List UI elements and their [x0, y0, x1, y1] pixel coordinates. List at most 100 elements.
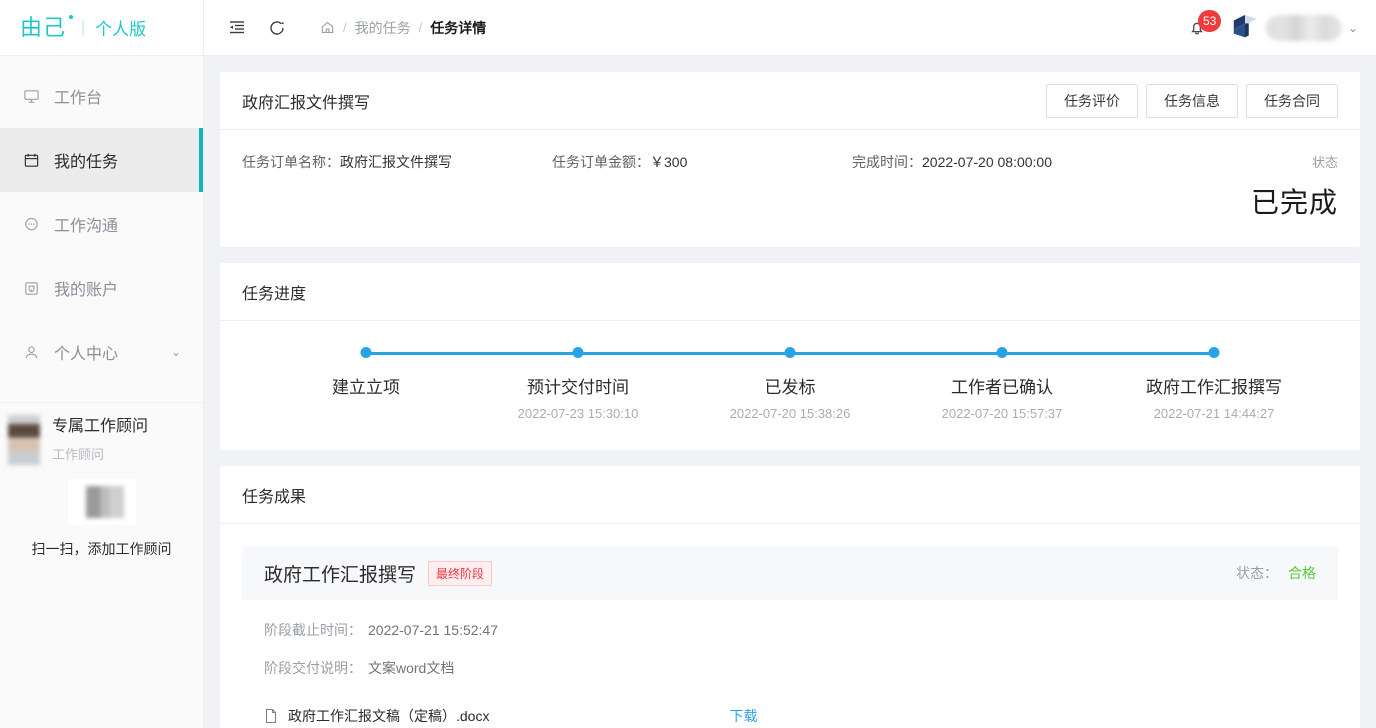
sidebar: 工作台 我的任务 工作沟通 我的账户 个人中心 ⌄ 专属工作顾问 工作顾问 扫一… [0, 56, 204, 728]
notification-button[interactable]: 53 [1188, 9, 1222, 41]
progress-step: 政府工作汇报撰写 2022-07-21 14:44:27 [1108, 347, 1320, 422]
task-order-name: 任务订单名称：政府汇报文件撰写 [242, 152, 552, 172]
sidebar-item-label: 我的任务 [54, 154, 119, 171]
breadcrumb-item-my-tasks[interactable]: 我的任务 [355, 18, 411, 38]
sidebar-item-label: 工作台 [54, 90, 103, 107]
step-bar [684, 347, 1002, 359]
wallet-icon [22, 279, 40, 297]
avatar [8, 415, 40, 465]
final-stage-tag: 最终阶段 [428, 560, 493, 586]
step-bar [260, 347, 578, 359]
user-name-redacted [1265, 14, 1342, 41]
qr-code-tip: 扫一扫，添加工作顾问 [31, 541, 172, 557]
task-status: 状态 已完成 [1228, 152, 1338, 221]
step-dot [996, 347, 1008, 358]
result-item-header: 政府工作汇报撰写 最终阶段 状态： 合格 [242, 546, 1338, 600]
task-progress-card: 任务进度 建立立项 预计交付时间 2022-07-23 15:30:10 已发标… [220, 263, 1360, 450]
brand-logo-text: 由己 [20, 14, 67, 40]
task-complete-time-label: 完成时间： [852, 154, 922, 170]
calendar-icon [22, 151, 40, 169]
sidebar-item-label: 工作沟通 [54, 218, 119, 235]
sidebar-item-communication[interactable]: 工作沟通 [0, 192, 203, 256]
task-info-row: 任务订单名称：政府汇报文件撰写 任务订单金额：￥300 完成时间：2022-07… [220, 130, 1360, 247]
sidebar-item-workbench[interactable]: 工作台 [0, 64, 203, 128]
result-deadline-value: 2022-07-21 15:52:47 [368, 622, 498, 638]
step-dot [784, 347, 796, 358]
task-summary-header: 政府汇报文件撰写 任务评价 任务信息 任务合同 [220, 72, 1360, 130]
step-dot [1208, 347, 1220, 358]
task-status-label: 状态 [1311, 155, 1338, 170]
brand-logo: 由己 [20, 14, 74, 40]
step-time: 2022-07-21 14:44:27 [1153, 406, 1275, 421]
body: 工作台 我的任务 工作沟通 我的账户 个人中心 ⌄ 专属工作顾问 工作顾问 扫一… [0, 56, 1376, 728]
task-evaluation-button[interactable]: 任务评价 [1046, 83, 1138, 118]
step-label: 预计交付时间 [527, 378, 629, 397]
step-bar [472, 347, 790, 359]
brand-edition: 个人版 [95, 20, 147, 39]
progress-step: 预计交付时间 2022-07-23 15:30:10 [472, 347, 790, 422]
result-item: 政府工作汇报撰写 最终阶段 状态： 合格 阶段截止时间： 2022-07-21 15… [242, 546, 1338, 728]
sidebar-item-my-tasks[interactable]: 我的任务 [0, 128, 203, 192]
breadcrumb: / 我的任务 / 任务详情 [320, 18, 486, 38]
task-results-header: 任务成果 [220, 466, 1360, 524]
download-link[interactable]: 下载 [729, 706, 757, 726]
progress-step: 建立立项 [260, 347, 578, 422]
step-time: 2022-07-23 15:30:10 [517, 406, 639, 421]
sidebar-nav: 工作台 我的任务 工作沟通 我的账户 个人中心 ⌄ [0, 56, 203, 384]
qr-code-image [67, 479, 136, 525]
result-deadline: 阶段截止时间： 2022-07-21 15:52:47 [264, 620, 1316, 640]
step-dot [360, 347, 372, 358]
task-order-amount-value: ￥300 [650, 154, 688, 170]
chevron-down-icon[interactable]: ⌄ [171, 345, 181, 359]
step-time: 2022-07-20 15:57:37 [941, 406, 1063, 421]
task-action-buttons: 任务评价 任务信息 任务合同 [1046, 83, 1338, 118]
task-order-name-value: 政府汇报文件撰写 [340, 154, 452, 170]
step-time [260, 406, 472, 422]
progress-steps: 建立立项 预计交付时间 2022-07-23 15:30:10 已发标 2022… [220, 321, 1360, 450]
task-order-amount-label: 任务订单金额： [552, 154, 650, 170]
task-info-button[interactable]: 任务信息 [1146, 83, 1238, 118]
result-status-value: 合格 [1288, 565, 1316, 581]
adviser-role: 工作顾问 [52, 447, 105, 463]
sidebar-item-personal-center[interactable]: 个人中心 ⌄ [0, 320, 203, 384]
task-results-title: 任务成果 [242, 488, 307, 506]
home-icon[interactable] [320, 20, 335, 35]
org-logo-icon [1233, 14, 1257, 37]
adviser-card: 专属工作顾问 工作顾问 扫一扫，添加工作顾问 [0, 402, 203, 728]
chevron-down-icon[interactable]: ⌄ [1348, 21, 1358, 35]
status-badge: 已完成 [1250, 187, 1338, 218]
brand-area[interactable]: 由己 | 个人版 [0, 0, 204, 55]
menu-fold-icon[interactable] [226, 17, 248, 39]
result-delivery-label: 阶段交付说明： [264, 660, 362, 676]
app-root: 由己 | 个人版 / 我的任务 / 任务详情 53 ⌄ 工作台 我的任务 工作沟… [0, 0, 1376, 728]
progress-step: 工作者已确认 2022-07-20 15:57:37 [896, 347, 1214, 422]
sidebar-item-label: 个人中心 [54, 346, 119, 363]
task-progress-title: 任务进度 [242, 285, 307, 303]
step-label: 建立立项 [332, 378, 400, 397]
result-status-label: 状态： [1236, 565, 1278, 581]
task-results-card: 任务成果 政府工作汇报撰写 最终阶段 状态： 合格 阶段截止时间： 2022-0… [220, 466, 1360, 728]
desktop-icon [22, 87, 40, 105]
task-contract-button[interactable]: 任务合同 [1246, 83, 1338, 118]
adviser-name: 专属工作顾问 [52, 417, 149, 435]
result-file-row: 政府工作汇报文稿（定稿）.docx 下载 [242, 696, 1338, 728]
refresh-icon[interactable] [266, 17, 288, 39]
result-meta: 阶段截止时间： 2022-07-21 15:52:47 阶段交付说明： 文案word… [242, 600, 1338, 678]
task-summary-card: 政府汇报文件撰写 任务评价 任务信息 任务合同 任务订单名称：政府汇报文件撰写 … [220, 72, 1360, 247]
step-label: 已发标 [764, 378, 816, 397]
step-time: 2022-07-20 15:38:26 [729, 406, 851, 421]
task-complete-time-value: 2022-07-20 08:00:00 [922, 154, 1052, 170]
result-delivery-value: 文案word文档 [368, 660, 455, 676]
task-order-name-label: 任务订单名称： [242, 154, 340, 170]
main-content: 政府汇报文件撰写 任务评价 任务信息 任务合同 任务订单名称：政府汇报文件撰写 … [204, 56, 1376, 728]
qr-code-wrap [0, 479, 203, 525]
result-item-name: 政府工作汇报撰写 [264, 564, 417, 586]
brand-separator: | [81, 18, 86, 36]
breadcrumb-separator-2: / [418, 20, 423, 35]
user-menu[interactable]: ⌄ [1230, 13, 1358, 43]
sidebar-item-my-account[interactable]: 我的账户 [0, 256, 203, 320]
task-order-amount: 任务订单金额：￥300 [552, 152, 852, 172]
notification-badge: 53 [1197, 9, 1222, 32]
result-delivery: 阶段交付说明： 文案word文档 [264, 658, 1316, 678]
task-results-body: 政府工作汇报撰写 最终阶段 状态： 合格 阶段截止时间： 2022-07-21 15… [220, 524, 1360, 728]
